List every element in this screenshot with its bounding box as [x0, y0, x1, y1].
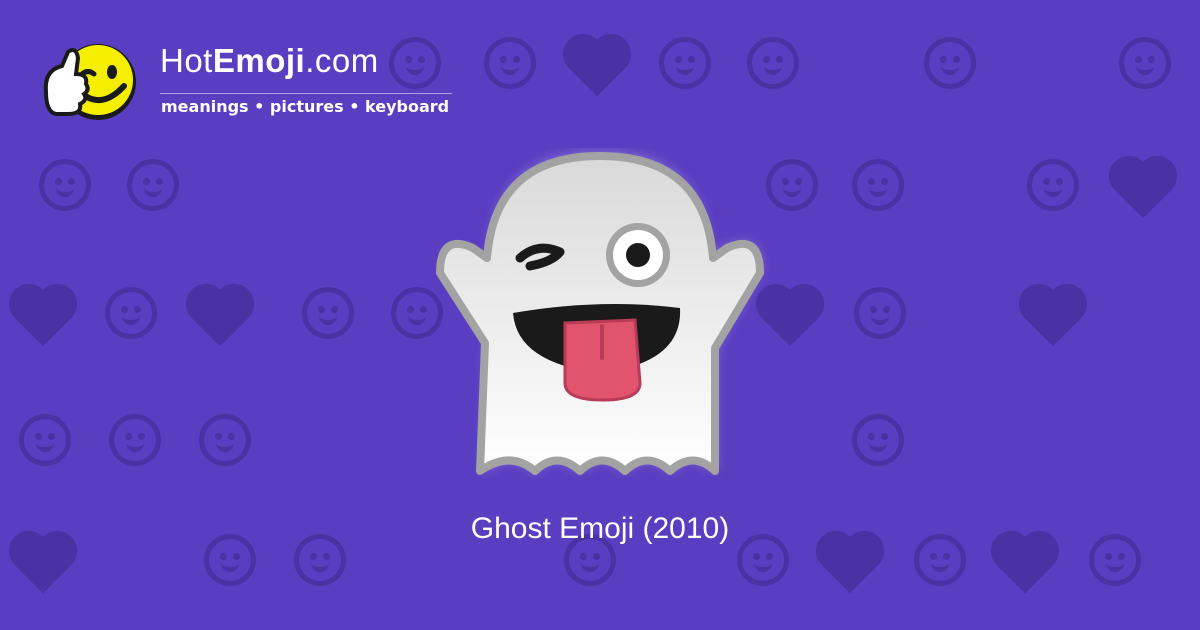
confused-face-icon: [96, 278, 166, 348]
emoji-caption: Ghost Emoji (2010): [470, 512, 730, 545]
site-tagline: meanings • pictures • keyboard: [161, 97, 450, 116]
angry-face-icon: [190, 405, 260, 475]
striped-heart-icon: [185, 278, 255, 348]
ghost-winking-tongue-icon: [436, 152, 764, 475]
weary-face-icon: [738, 28, 808, 98]
smiling-face-icon: [650, 28, 720, 98]
site-name: HotEmoji.com: [160, 42, 379, 79]
tired-face-icon: [845, 278, 915, 348]
smiling-devil-icon: [100, 405, 170, 475]
site-logo[interactable]: HotEmoji.com meanings • pictures • keybo…: [38, 34, 478, 134]
kissing-face-icon: [475, 28, 545, 98]
screaming-face-icon: [10, 405, 80, 475]
thumbs-up-wink-icon: [43, 44, 136, 120]
neutral-face-icon: [915, 28, 985, 98]
two-hearts-icon: [562, 28, 632, 98]
squinting-tongue-face-icon: [293, 278, 363, 348]
smirking-face-icon: [1110, 28, 1180, 98]
striped-heart-icon: [1108, 150, 1178, 220]
heart-outline-icon: [1018, 278, 1088, 348]
logo-divider: [160, 93, 452, 94]
grinning-face-icon: [843, 150, 913, 220]
squinting-face-icon: [843, 405, 913, 475]
broken-heart-icon: [8, 278, 78, 348]
beaming-face-icon: [1018, 150, 1088, 220]
grimacing-face-icon: [118, 150, 188, 220]
relieved-face-icon: [30, 150, 100, 220]
